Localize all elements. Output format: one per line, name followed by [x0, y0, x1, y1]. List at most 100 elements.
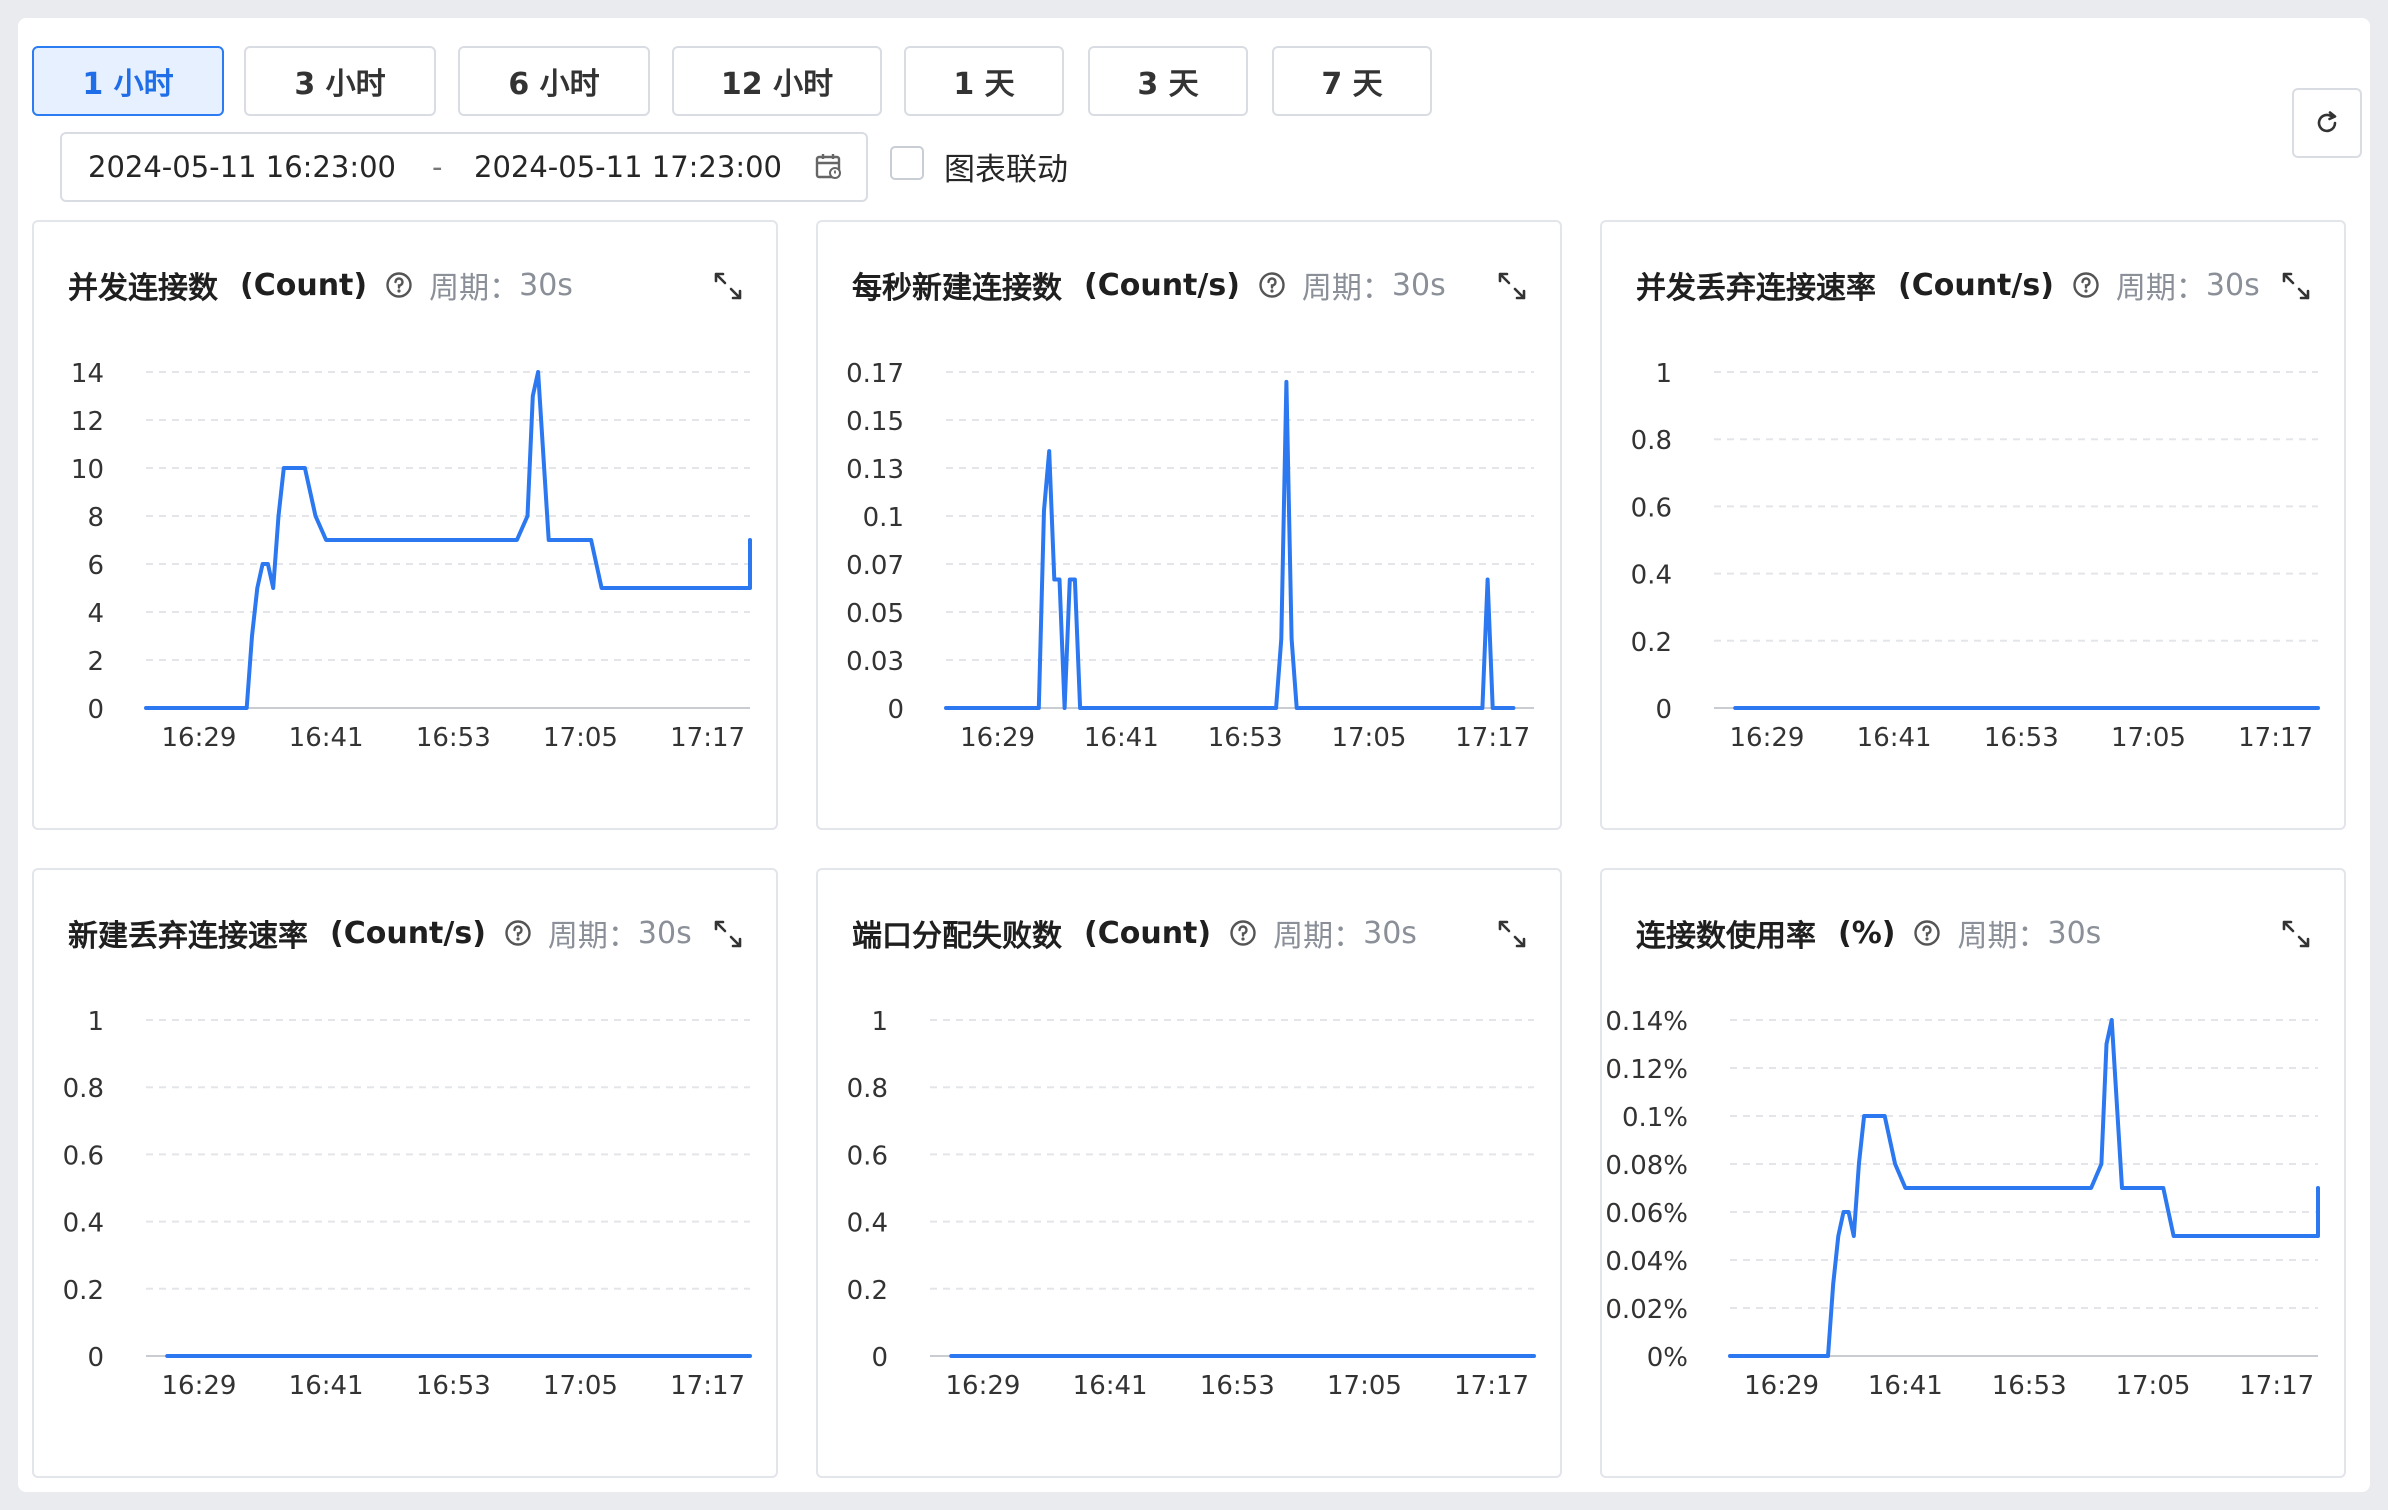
- x-tick-label: 17:17: [1455, 723, 1530, 753]
- x-tick-label: 16:29: [1730, 723, 1805, 753]
- time-range-button-2[interactable]: 6 小时: [458, 46, 650, 116]
- period-value: 30s: [1391, 267, 1446, 303]
- expand-icon[interactable]: [1496, 270, 1528, 302]
- chart-title: 并发连接数: [68, 271, 218, 306]
- y-tick-label: 2: [87, 647, 104, 677]
- y-tick-label: 1: [871, 1007, 888, 1037]
- chart-card-3: 新建丢弃连接速率 (Count/s) 周期： 30s 0 0.2 0.4 0.6 0.8 1 16:…: [32, 868, 778, 1478]
- y-tick-label: 0: [87, 1343, 104, 1373]
- help-icon[interactable]: [1229, 919, 1257, 947]
- y-tick-label: 12: [71, 407, 104, 437]
- date-start[interactable]: 2024-05-11 16:23:00: [88, 150, 396, 184]
- x-tick-label: 17:17: [2239, 1371, 2314, 1401]
- y-tick-label: 0.8: [63, 1074, 104, 1104]
- chart-linkage-label: 图表联动: [944, 152, 1068, 188]
- x-tick-label: 16:29: [946, 1371, 1021, 1401]
- help-icon[interactable]: [2072, 271, 2100, 299]
- chart-unit: (Count): [1084, 915, 1212, 951]
- x-tick-label: 17:17: [670, 1371, 745, 1401]
- help-icon[interactable]: [1258, 271, 1286, 299]
- chart-title: 每秒新建连接数: [852, 271, 1062, 306]
- y-tick-label: 0.1%: [1622, 1103, 1688, 1133]
- x-tick-label: 17:05: [1327, 1371, 1402, 1401]
- chart-header: 并发连接数 (Count) 周期： 30s: [68, 262, 746, 308]
- y-tick-label: 0: [1655, 695, 1672, 725]
- expand-icon[interactable]: [1496, 918, 1528, 950]
- chart-unit: (%): [1838, 915, 1896, 951]
- date-end[interactable]: 2024-05-11 17:23:00: [474, 150, 782, 184]
- y-tick-label: 0: [871, 1343, 888, 1373]
- y-tick-label: 0.8: [847, 1074, 888, 1104]
- chart-header: 连接数使用率 (%) 周期： 30s: [1636, 910, 2314, 956]
- line-chart-plot: 0% 0.02% 0.04% 0.06% 0.08% 0.1% 0.12% 0.14% 16:2…: [1605, 1007, 2320, 1401]
- help-icon[interactable]: [504, 919, 532, 947]
- time-range-button-4[interactable]: 1 天: [904, 46, 1064, 116]
- x-tick-label: 16:29: [960, 723, 1035, 753]
- chart-title: 并发丢弃连接速率: [1636, 271, 1876, 306]
- y-tick-label: 4: [87, 599, 104, 629]
- y-tick-label: 0.07: [846, 551, 904, 581]
- period-label: 周期：: [547, 919, 638, 954]
- expand-icon[interactable]: [2280, 270, 2312, 302]
- y-tick-label: 8: [87, 503, 104, 533]
- chart-card-0: 并发连接数 (Count) 周期： 30s 0 2 4 6 8 10 12 14 16:29 16:41 1…: [32, 220, 778, 830]
- refresh-icon: [2317, 111, 2337, 133]
- x-tick-label: 16:53: [416, 723, 491, 753]
- monitor-panel: 1 小时 3 小时 6 小时 12 小时 1 天 3 天 7 天 2024-05-11 16…: [18, 18, 2370, 1492]
- period-label: 周期：: [2115, 271, 2206, 306]
- chart-header: 端口分配失败数 (Count) 周期： 30s: [852, 910, 1530, 956]
- chart-title: 连接数使用率: [1636, 919, 1816, 954]
- y-tick-label: 1: [1655, 359, 1672, 389]
- x-tick-label: 16:29: [162, 723, 237, 753]
- date-separator: -: [432, 150, 443, 184]
- date-range-picker[interactable]: 2024-05-11 16:23:00 - 2024-05-11 17:23:0…: [60, 132, 868, 202]
- period-value: 30s: [519, 267, 573, 303]
- chart-card-1: 每秒新建连接数 (Count/s) 周期： 30s 0 0.03 0.05 0.07 0.1 0.…: [816, 220, 1562, 830]
- x-tick-label: 16:29: [1744, 1371, 1819, 1401]
- expand-icon[interactable]: [2280, 918, 2312, 950]
- time-range-button-1[interactable]: 3 小时: [244, 46, 436, 116]
- chart-linkage-checkbox[interactable]: [890, 146, 924, 180]
- chart-card-4: 端口分配失败数 (Count) 周期： 30s 0 0.2 0.4 0.6 0.8 1 16:29 1…: [816, 868, 1562, 1478]
- x-tick-label: 16:29: [162, 1371, 237, 1401]
- chart-unit: (Count/s): [1084, 267, 1240, 303]
- x-tick-label: 17:05: [2115, 1371, 2190, 1401]
- y-tick-label: 0.6: [847, 1141, 888, 1171]
- y-tick-label: 0.13: [846, 455, 904, 485]
- time-range-button-6[interactable]: 7 天: [1272, 46, 1432, 116]
- period-value: 30s: [2205, 267, 2260, 303]
- chart-header: 每秒新建连接数 (Count/s) 周期： 30s: [852, 262, 1530, 308]
- time-range-button-3[interactable]: 12 小时: [672, 46, 882, 116]
- y-tick-label: 0.1: [863, 503, 904, 533]
- y-tick-label: 0: [87, 695, 104, 725]
- y-tick-label: 0.03: [846, 647, 904, 677]
- y-tick-label: 0.17: [846, 359, 904, 389]
- y-tick-label: 0.6: [63, 1141, 104, 1171]
- x-tick-label: 17:05: [543, 723, 618, 753]
- period-value: 30s: [637, 915, 692, 951]
- x-tick-label: 16:41: [1857, 723, 1932, 753]
- y-tick-label: 0.15: [846, 407, 904, 437]
- y-tick-label: 0.2: [1631, 628, 1672, 658]
- x-tick-label: 16:53: [1984, 723, 2059, 753]
- period-label: 周期：: [429, 271, 520, 306]
- expand-icon[interactable]: [712, 270, 744, 302]
- time-range-button-0[interactable]: 1 小时: [32, 46, 224, 116]
- x-tick-label: 16:41: [1868, 1371, 1943, 1401]
- x-tick-label: 16:41: [289, 1371, 364, 1401]
- x-tick-label: 16:53: [1200, 1371, 1275, 1401]
- calendar-icon[interactable]: [814, 152, 844, 182]
- x-tick-label: 16:53: [1992, 1371, 2067, 1401]
- line-chart-plot: 0 2 4 6 8 10 12 14 16:29 16:41 16:53 17:05 17:17: [71, 359, 752, 753]
- line-chart-plot: 0 0.2 0.4 0.6 0.8 1 16:29 16:41 16:53 17:05 17:17: [1631, 359, 2320, 753]
- expand-icon[interactable]: [712, 918, 744, 950]
- chart-header: 并发丢弃连接速率 (Count/s) 周期： 30s: [1636, 262, 2314, 308]
- help-icon[interactable]: [385, 271, 413, 299]
- chart-header: 新建丢弃连接速率 (Count/s) 周期： 30s: [68, 910, 746, 956]
- x-tick-label: 16:41: [1084, 723, 1159, 753]
- time-range-button-5[interactable]: 3 天: [1088, 46, 1248, 116]
- x-tick-label: 16:41: [289, 723, 364, 753]
- y-tick-label: 1: [87, 1007, 104, 1037]
- refresh-button[interactable]: [2292, 88, 2362, 158]
- help-icon[interactable]: [1913, 919, 1941, 947]
